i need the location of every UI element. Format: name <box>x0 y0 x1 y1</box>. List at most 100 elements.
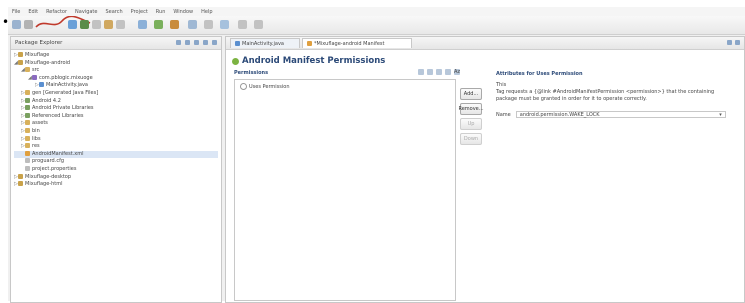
package-explorer-view: Package Explorer ▷ Mixuflage ◢ Mixuflage-an… <box>10 36 222 303</box>
toolbar <box>8 16 745 35</box>
minimize-icon[interactable] <box>727 40 732 45</box>
tree-item-label: MainActivity.java <box>46 82 88 89</box>
tree-item-label: AndroidManifest.xml <box>32 150 84 157</box>
remove-button[interactable]: Remove... <box>458 103 484 115</box>
uses-permission-icon <box>240 83 247 90</box>
tree-item-label: Mixuflage-html <box>25 181 63 188</box>
tree-item[interactable]: ▷ bin <box>14 127 218 136</box>
android-sdk-icon[interactable] <box>68 20 77 29</box>
permission-buttons: Add... Remove... Up Down <box>458 88 484 145</box>
tree-item-label: Android Private Libraries <box>32 105 94 112</box>
run-icon[interactable] <box>154 20 163 29</box>
tree-item[interactable]: ▷ Android Private Libraries <box>14 105 218 113</box>
permissions-list[interactable]: Uses Permission <box>234 79 456 301</box>
menu-run[interactable]: Run <box>156 9 166 15</box>
add-button[interactable]: Add... <box>460 88 482 100</box>
tree-item[interactable]: AndroidManifest.xml <box>14 150 218 159</box>
tab-mainactivity[interactable]: MainActivity.java <box>230 38 300 48</box>
tree-item[interactable]: ▷ Referenced Libraries <box>14 112 218 121</box>
list-controls: Az <box>418 69 460 75</box>
annotation-nav-icon[interactable] <box>220 20 229 29</box>
name-combobox[interactable]: android.permission.WAKE_LOCK ▾ <box>515 111 726 118</box>
filter-icon[interactable] <box>427 69 433 75</box>
tree-item[interactable]: ▷ Mixuflage <box>14 52 218 60</box>
minimize-icon[interactable] <box>203 40 208 45</box>
folder-icon <box>25 143 30 149</box>
tree-item[interactable]: ◢ Mixuflage-android <box>14 59 218 68</box>
name-row: Name android.permission.WAKE_LOCK ▾ <box>496 111 726 118</box>
file-icon <box>25 165 30 171</box>
tree-item[interactable]: ▷ gen [Generated Java Files] <box>14 89 218 98</box>
debug-icon[interactable] <box>138 20 147 29</box>
link-editor-icon[interactable] <box>185 40 190 45</box>
tab-label: MainActivity.java <box>242 40 284 47</box>
show-all-icon[interactable] <box>436 69 442 75</box>
tree-item[interactable]: ▷ res <box>14 143 218 151</box>
tree-item-label: Referenced Libraries <box>32 112 84 119</box>
menu-help[interactable]: Help <box>201 9 212 15</box>
az-sort-label[interactable]: Az <box>454 69 460 75</box>
project-icon <box>18 181 23 187</box>
maximize-icon[interactable] <box>212 40 217 45</box>
menu-project[interactable]: Project <box>131 9 148 15</box>
menu-edit[interactable]: Edit <box>28 9 38 15</box>
tree-item[interactable]: proguard.cfg <box>14 158 218 166</box>
permission-item[interactable]: Uses Permission <box>240 83 290 90</box>
tree-item-label: Mixuflage-desktop <box>25 173 72 180</box>
new-project-icon[interactable] <box>104 20 113 29</box>
search-icon[interactable] <box>204 20 213 29</box>
tree-item-label: project.properties <box>32 165 77 172</box>
name-value: android.permission.WAKE_LOCK <box>519 111 600 118</box>
tree-item[interactable]: ▷ MainActivity.java <box>14 82 218 90</box>
tab-manifest[interactable]: *Mixuflage-android Manifest <box>302 38 412 48</box>
name-label: Name <box>496 111 511 118</box>
down-button[interactable]: Down <box>460 133 482 145</box>
tree-item[interactable]: ▷ Android 4.2 <box>14 97 218 106</box>
tree-item[interactable]: ▷ Mixuflage-desktop <box>14 173 218 182</box>
project-icon <box>18 52 23 57</box>
forward-icon[interactable] <box>254 20 263 29</box>
view-menu-icon[interactable] <box>194 40 199 45</box>
save-icon[interactable] <box>24 20 33 29</box>
refresh-icon[interactable] <box>445 69 451 75</box>
project-tree: ▷ Mixuflage ◢ Mixuflage-android ◢ src ◢ com.pbl… <box>11 50 221 191</box>
tree-item[interactable]: ◢ src <box>14 67 218 75</box>
tree-item[interactable]: ◢ com.pblogic.mixuoge <box>14 74 218 83</box>
manifest-icon <box>307 41 312 46</box>
external-tools-icon[interactable] <box>170 20 179 29</box>
menu-navigate[interactable]: Navigate <box>75 9 97 15</box>
up-button[interactable]: Up <box>460 118 482 130</box>
permissions-section-label: Permissions <box>234 70 269 76</box>
chevron-down-icon[interactable]: ▾ <box>719 112 722 118</box>
lint-icon[interactable] <box>92 20 101 29</box>
java-icon <box>39 82 44 88</box>
new-icon[interactable] <box>12 20 21 29</box>
android-avd-icon[interactable] <box>80 20 89 29</box>
menu-search[interactable]: Search <box>105 9 122 15</box>
maximize-icon[interactable] <box>735 40 740 45</box>
open-type-icon[interactable] <box>116 20 125 29</box>
tree-item-label: src <box>32 67 40 74</box>
menu-file[interactable]: File <box>12 9 20 15</box>
tree-item[interactable]: ▷ Mixuflage-html <box>14 181 218 189</box>
menu-window[interactable]: Window <box>173 9 193 15</box>
tree-item[interactable]: project.properties <box>14 165 218 174</box>
library-icon <box>25 97 30 103</box>
tree-item[interactable]: ▷ libs <box>14 135 218 144</box>
menu-refactor[interactable]: Refactor <box>46 9 67 15</box>
tree-item-label: Mixuflage-android <box>25 59 71 66</box>
folder-icon <box>25 89 30 95</box>
tree-item-label: Mixuflage <box>25 52 50 58</box>
folder-icon <box>25 120 30 126</box>
menubar: File Edit Refactor Navigate Search Project Run… <box>8 7 745 16</box>
back-icon[interactable] <box>238 20 247 29</box>
tree-item-label: gen [Generated Java Files] <box>32 89 99 96</box>
attributes-subtitle: This <box>496 82 507 88</box>
new-java-icon[interactable] <box>188 20 197 29</box>
sort-alpha-icon[interactable] <box>418 69 424 75</box>
file-icon <box>25 158 30 164</box>
tree-item[interactable]: ▷ assets <box>14 120 218 128</box>
library-icon <box>25 112 30 118</box>
collapse-all-icon[interactable] <box>176 40 181 45</box>
tree-item-label: libs <box>32 135 41 142</box>
